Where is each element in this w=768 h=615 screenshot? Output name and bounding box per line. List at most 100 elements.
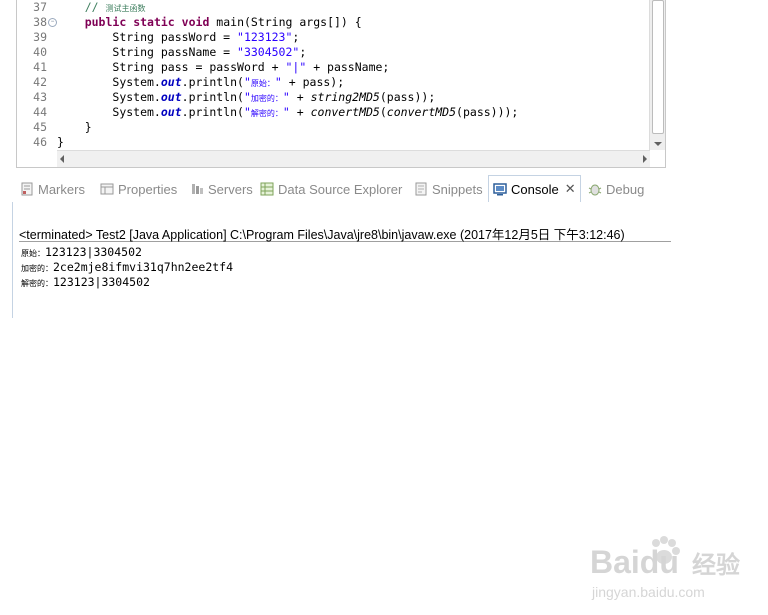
code-token: String passName =: [112, 45, 238, 59]
code-token: convertMD5: [310, 105, 380, 119]
output-value: 123123|3304502: [45, 245, 142, 259]
tab-markers[interactable]: Markers: [20, 178, 85, 200]
tab-debug[interactable]: Debug: [588, 178, 644, 200]
code-token: void: [181, 15, 210, 29]
console-view[interactable]: <terminated> Test2 [Java Application] C:…: [12, 202, 671, 318]
tab-label: Data Source Explorer: [278, 181, 403, 197]
watermark-cn: 经验: [692, 551, 740, 579]
code-token: "|": [285, 60, 307, 74]
code-token: "123123": [237, 30, 293, 44]
code-token: static: [133, 15, 175, 29]
properties-icon: [100, 183, 114, 195]
code-line[interactable]: String passWord = "123123";: [57, 30, 299, 45]
code-area[interactable]: // 测试主函数 public static void main(String …: [57, 0, 649, 150]
line-number: 44: [33, 105, 47, 119]
code-line[interactable]: }: [57, 135, 64, 150]
code-token: 解密的：: [250, 109, 283, 118]
code-token: }: [84, 120, 92, 134]
code-line[interactable]: }: [57, 120, 92, 135]
vertical-scroll-thumb[interactable]: [652, 0, 664, 134]
code-token: ": [243, 90, 251, 104]
watermark-url: jingyan.baidu.com: [591, 584, 705, 600]
code-token: ": [282, 105, 290, 119]
code-token: ;: [292, 30, 300, 44]
code-token: .println(: [181, 105, 244, 119]
line-number: 45: [33, 120, 47, 134]
servers-icon: [192, 184, 203, 194]
fold-toggle-icon[interactable]: −: [48, 18, 57, 27]
code-token: String pass = passWord +: [112, 60, 286, 74]
debug-icon: [588, 184, 602, 196]
code-token: +: [289, 90, 311, 104]
code-token: out: [160, 75, 182, 89]
snippets-icon: [415, 182, 427, 196]
code-token: }: [57, 135, 64, 149]
code-line[interactable]: String pass = passWord + "|" + passName;: [57, 60, 389, 75]
code-token: 测试主函数: [105, 4, 146, 13]
close-icon[interactable]: ✕: [565, 181, 576, 197]
code-token: + passName;: [306, 60, 390, 74]
scroll-down-arrow-icon[interactable]: [654, 142, 662, 146]
tab-label: Markers: [38, 181, 85, 197]
code-token: out: [160, 90, 182, 104]
data-source-explorer-icon: [260, 182, 274, 196]
code-line[interactable]: System.out.println("解密的：" + convertMD5(c…: [57, 105, 518, 121]
line-number-gutter: 37 38−39 40 41 42 43 44 45 46: [17, 0, 57, 150]
code-editor[interactable]: 37 38−39 40 41 42 43 44 45 46 // 测试主函数 public st…: [16, 0, 666, 168]
code-token: 原始：: [250, 79, 275, 88]
tab-console[interactable]: Console ✕: [488, 175, 581, 202]
code-token: (pass));: [379, 90, 436, 104]
code-token: string2MD5: [310, 90, 380, 104]
line-number: 46: [33, 135, 47, 149]
output-value: 123123|3304502: [53, 275, 150, 289]
code-line[interactable]: public static void main(String args[]) {: [57, 15, 362, 30]
code-line[interactable]: // 测试主函数: [57, 0, 146, 16]
tab-properties[interactable]: Properties: [100, 178, 177, 200]
code-token: System.: [112, 90, 161, 104]
code-token: +: [289, 105, 311, 119]
code-token: .println(: [181, 75, 244, 89]
scroll-left-arrow-icon[interactable]: [60, 155, 64, 163]
code-token: //: [84, 0, 106, 14]
code-token: (pass)));: [456, 105, 519, 119]
code-line[interactable]: System.out.println("加密的：" + string2MD5(p…: [57, 90, 435, 106]
code-token: ;: [299, 45, 307, 59]
code-token: + pass);: [281, 75, 345, 89]
code-token: ": [243, 105, 251, 119]
code-line[interactable]: System.out.println("原始：" + pass);: [57, 75, 344, 91]
tab-servers[interactable]: Servers: [190, 178, 253, 200]
code-token: System.: [112, 75, 161, 89]
code-line[interactable]: String passName = "3304502";: [57, 45, 306, 60]
code-token: ": [282, 90, 290, 104]
line-number: 38: [33, 15, 47, 29]
vertical-scrollbar[interactable]: [649, 0, 665, 150]
line-number: 43: [33, 90, 47, 104]
horizontal-scrollbar[interactable]: [57, 150, 650, 167]
tab-snippets[interactable]: Snippets: [414, 178, 483, 200]
code-token: convertMD5: [386, 105, 457, 119]
output-label: 加密的：: [21, 264, 53, 273]
code-token: System.: [112, 105, 161, 119]
code-token: ": [274, 75, 282, 89]
scroll-right-arrow-icon[interactable]: [643, 155, 647, 163]
watermark-brand: Baidu: [590, 544, 679, 580]
console-output-line: 解密的：123123|3304502: [21, 275, 150, 291]
code-token: out: [160, 105, 182, 119]
line-number: 39: [33, 30, 47, 44]
console-output-line: 原始：123123|3304502: [21, 245, 142, 261]
markers-icon: [21, 182, 33, 196]
code-token: "3304502": [237, 45, 300, 59]
console-icon: [493, 183, 507, 196]
view-tab-bar: Markers Properties Servers Data Source E…: [16, 175, 664, 219]
tab-data-source-explorer[interactable]: Data Source Explorer: [260, 178, 402, 200]
tab-label: Servers: [208, 181, 253, 197]
tab-label: Properties: [118, 181, 178, 197]
baidu-jingyan-watermark: Baidu 经验 jingyan.baidu.com: [590, 535, 760, 605]
